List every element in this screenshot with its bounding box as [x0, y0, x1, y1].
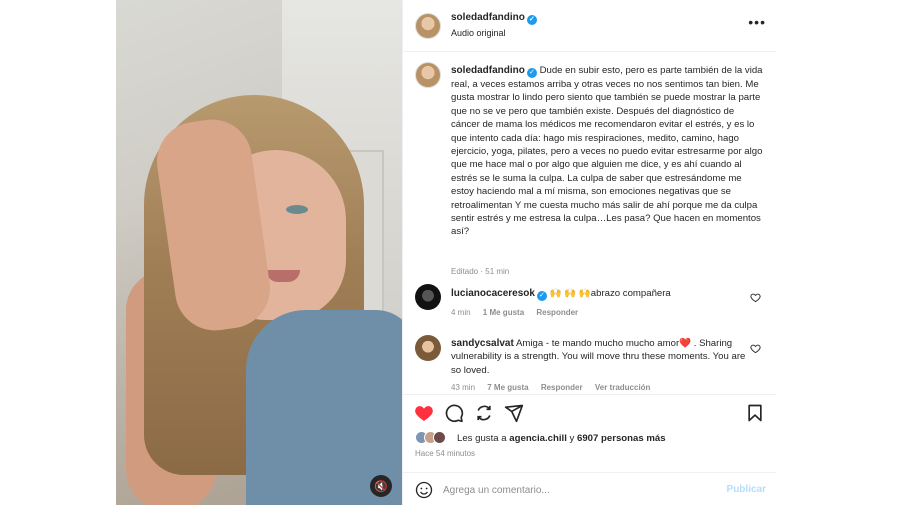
likes-middle: y: [566, 433, 578, 444]
comment-likes[interactable]: 7 Me gusta: [487, 383, 528, 392]
comment-likes[interactable]: 1 Me gusta: [483, 308, 524, 317]
video-eye-right: [286, 205, 308, 214]
likes-account[interactable]: agencia.chill: [509, 433, 567, 444]
action-bar: [403, 394, 776, 428]
reply-button[interactable]: Responder: [536, 308, 578, 317]
author-username[interactable]: soledadfandino ✓: [451, 12, 537, 25]
caption-body: Dude en subir esto, pero es parte tambié…: [451, 65, 763, 238]
caption-avatar[interactable]: [415, 62, 441, 88]
comment-body: sandycsalvat Amiga - te mando mucho much…: [451, 337, 747, 377]
verified-icon: ✓: [526, 68, 537, 78]
comment-time: 4 min: [451, 308, 471, 317]
comment-icon[interactable]: [444, 403, 464, 423]
comment-body: lucianocaceresok ✓ 🙌 🙌 🙌abrazo compañera: [451, 287, 747, 301]
post-video[interactable]: 🔇: [116, 0, 402, 505]
publish-button[interactable]: Publicar: [727, 484, 766, 495]
comment-meta: 4 min 1 Me gusta Responder: [451, 308, 588, 317]
likes-text[interactable]: Les gusta a agencia.chill y 6907 persona…: [457, 433, 666, 444]
verified-icon: ✓: [526, 15, 537, 25]
translate-button[interactable]: Ver traducción: [595, 383, 651, 392]
likes-summary[interactable]: Les gusta a agencia.chill y 6907 persona…: [415, 430, 765, 446]
mute-icon[interactable]: 🔇: [370, 475, 392, 497]
comment-input[interactable]: [443, 479, 713, 501]
caption-username[interactable]: soledadfandino: [451, 65, 525, 76]
comment-text: 🙌 🙌 🙌abrazo compañera: [549, 288, 671, 299]
commenter-username[interactable]: sandycsalvat: [451, 338, 514, 349]
verified-icon: ✓: [536, 291, 547, 301]
likes-others[interactable]: 6907 personas más: [577, 433, 666, 444]
comment-time: 43 min: [451, 383, 476, 392]
author-username-text[interactable]: soledadfandino: [451, 12, 525, 23]
comment-composer: Publicar: [403, 472, 776, 505]
reply-button[interactable]: Responder: [541, 383, 583, 392]
post-header: soledadfandino ✓ Audio original •••: [403, 0, 776, 52]
repost-icon[interactable]: [474, 403, 494, 423]
share-icon[interactable]: [504, 403, 524, 423]
commenter-username[interactable]: lucianocaceresok: [451, 288, 535, 299]
more-options-icon[interactable]: •••: [748, 14, 766, 30]
like-filled-icon[interactable]: [414, 403, 434, 423]
caption-text: soledadfandino ✓ Dude en subir esto, pero…: [451, 64, 765, 239]
emoji-icon[interactable]: [415, 481, 433, 499]
comments-scroll-area[interactable]: soledadfandino ✓ Dude en subir esto, pero…: [403, 52, 776, 394]
caption-meta: Editado · 51 min: [451, 267, 510, 276]
comment-meta: 43 min 7 Me gusta Responder Ver traducci…: [451, 383, 660, 392]
heart-icon[interactable]: [750, 343, 761, 354]
commenter-avatar[interactable]: [415, 335, 441, 361]
author-avatar[interactable]: [415, 13, 441, 39]
audio-label[interactable]: Audio original: [451, 28, 506, 38]
likes-prefix: Les gusta a: [457, 433, 510, 444]
post-timestamp[interactable]: Hace 54 minutos: [415, 449, 475, 458]
post-detail-panel: soledadfandino ✓ Audio original ••• soled…: [402, 0, 776, 505]
heart-icon[interactable]: [750, 292, 761, 303]
save-bookmark-icon[interactable]: [745, 403, 765, 423]
liker-avatar: [433, 431, 446, 444]
commenter-avatar[interactable]: [415, 284, 441, 310]
